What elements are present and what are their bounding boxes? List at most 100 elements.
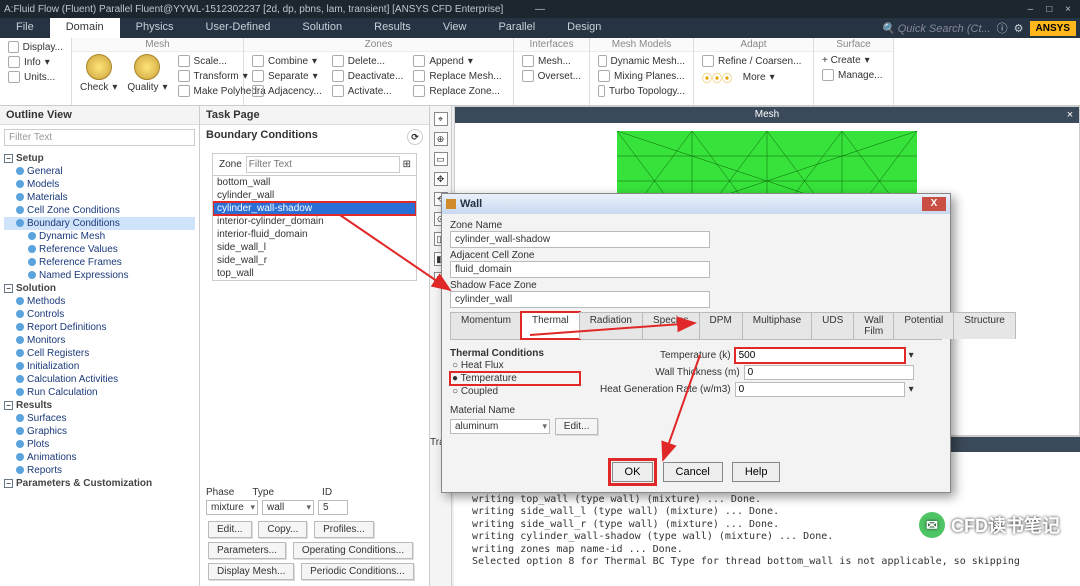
- tree-node[interactable]: Report Definitions: [4, 321, 195, 334]
- parameters-button[interactable]: Parameters...: [208, 542, 286, 559]
- tree-node[interactable]: Plots: [4, 438, 195, 451]
- tree-node[interactable]: Reference Frames: [4, 256, 195, 269]
- more-adapt-button[interactable]: ⦿⦿⦿ More ▾: [700, 69, 807, 86]
- tab-domain[interactable]: Domain: [50, 18, 120, 38]
- adjacency-button[interactable]: Adjacency...: [250, 84, 324, 98]
- tree-node[interactable]: Monitors: [4, 334, 195, 347]
- dialog-tab-radiation[interactable]: Radiation: [579, 312, 643, 339]
- create-surface-button[interactable]: + Create ▾: [820, 54, 887, 67]
- dialog-tab-species[interactable]: Species: [642, 312, 700, 339]
- thickness-input[interactable]: [744, 365, 914, 380]
- tab-physics[interactable]: Physics: [120, 18, 190, 38]
- pan-icon[interactable]: ✥: [434, 172, 448, 186]
- dialog-tab-uds[interactable]: UDS: [811, 312, 854, 339]
- tree-node[interactable]: Surfaces: [4, 412, 195, 425]
- quality-button[interactable]: Quality ▾: [125, 81, 169, 94]
- tree-node[interactable]: Dynamic Mesh: [4, 230, 195, 243]
- combine-button[interactable]: Combine ▾: [250, 54, 324, 68]
- maximize-button[interactable]: □: [1041, 4, 1057, 15]
- heatgen-dd[interactable]: ▾: [909, 384, 914, 395]
- tab-file[interactable]: File: [0, 18, 50, 38]
- tree-node[interactable]: Reference Values: [4, 243, 195, 256]
- cancel-button[interactable]: Cancel: [663, 462, 723, 482]
- settings-icon[interactable]: ⚙: [1014, 22, 1024, 35]
- zone-list[interactable]: bottom_wallcylinder_wallcylinder_wall-sh…: [213, 175, 416, 280]
- temperature-dd[interactable]: ▾: [909, 350, 914, 361]
- quick-search[interactable]: 🔍 Quick Search (Ct...: [881, 22, 991, 35]
- replace-mesh-button[interactable]: Replace Mesh...: [411, 69, 503, 83]
- zone-item[interactable]: side_wall_r: [213, 254, 416, 267]
- separate-button[interactable]: Separate ▾: [250, 69, 324, 83]
- manage-surface-button[interactable]: Manage...: [820, 68, 887, 82]
- heatgen-input[interactable]: [735, 382, 905, 397]
- close-button[interactable]: ×: [1060, 4, 1076, 15]
- tree-node[interactable]: −Setup: [4, 152, 195, 165]
- profiles-button[interactable]: Profiles...: [314, 521, 374, 538]
- info-button[interactable]: Info ▾: [6, 55, 65, 69]
- fit-icon[interactable]: ⌖: [434, 112, 448, 126]
- tree-node[interactable]: Models: [4, 178, 195, 191]
- tree-node[interactable]: Initialization: [4, 360, 195, 373]
- tree-node[interactable]: Animations: [4, 451, 195, 464]
- refresh-icon[interactable]: ⟳: [407, 129, 423, 145]
- tab-solution[interactable]: Solution: [286, 18, 358, 38]
- edit-button[interactable]: Edit...: [208, 521, 252, 538]
- ok-button[interactable]: OK: [612, 462, 654, 482]
- replace-zone-button[interactable]: Replace Zone...: [411, 84, 503, 98]
- zone-item[interactable]: bottom_wall: [213, 176, 416, 189]
- refine-button[interactable]: Refine / Coarsen...: [700, 54, 807, 68]
- outline-filter[interactable]: Filter Text: [4, 129, 195, 146]
- tree-node[interactable]: −Parameters & Customization: [4, 477, 195, 490]
- tree-node[interactable]: −Solution: [4, 282, 195, 295]
- activate-button[interactable]: Activate...: [330, 84, 406, 98]
- tree-node[interactable]: Controls: [4, 308, 195, 321]
- dialog-close-icon[interactable]: X: [922, 197, 946, 211]
- zone-filter-input[interactable]: [246, 156, 400, 173]
- opt-temperature[interactable]: ● Temperature: [450, 372, 580, 385]
- interfaces-overset-button[interactable]: Overset...: [520, 69, 583, 83]
- tree-node[interactable]: General: [4, 165, 195, 178]
- mesh-close-icon[interactable]: ×: [1063, 107, 1077, 123]
- tab-user-defined[interactable]: User-Defined: [190, 18, 287, 38]
- units-button[interactable]: Units...: [6, 70, 65, 84]
- check-button[interactable]: Check ▾: [78, 81, 119, 94]
- phase-dropdown[interactable]: mixture: [206, 500, 258, 515]
- opt-heat-flux[interactable]: ○ Heat Flux: [450, 359, 580, 372]
- dialog-tab-multiphase[interactable]: Multiphase: [742, 312, 812, 339]
- tree-node[interactable]: Cell Zone Conditions: [4, 204, 195, 217]
- tree-node[interactable]: Methods: [4, 295, 195, 308]
- zone-filter-icon[interactable]: ⊞: [400, 159, 414, 170]
- opt-coupled[interactable]: ○ Coupled: [450, 385, 580, 398]
- dialog-tab-potential[interactable]: Potential: [893, 312, 954, 339]
- tree-node[interactable]: Boundary Conditions: [4, 217, 195, 230]
- tree-node[interactable]: Graphics: [4, 425, 195, 438]
- tab-view[interactable]: View: [427, 18, 483, 38]
- material-dropdown[interactable]: aluminum: [450, 419, 550, 434]
- tab-design[interactable]: Design: [551, 18, 617, 38]
- temperature-input[interactable]: [735, 348, 905, 363]
- tree-node[interactable]: Calculation Activities: [4, 373, 195, 386]
- mixing-planes-button[interactable]: Mixing Planes...: [596, 69, 687, 83]
- dialog-tab-structure[interactable]: Structure: [953, 312, 1016, 339]
- deactivate-button[interactable]: Deactivate...: [330, 69, 406, 83]
- select-icon[interactable]: ▭: [434, 152, 448, 166]
- help-icon[interactable]: ⓘ: [997, 20, 1008, 36]
- tree-node[interactable]: Reports: [4, 464, 195, 477]
- tree-node[interactable]: −Results: [4, 399, 195, 412]
- tree-node[interactable]: Materials: [4, 191, 195, 204]
- zone-item[interactable]: top_wall: [213, 267, 416, 280]
- zoom-icon[interactable]: ⊕: [434, 132, 448, 146]
- tree-node[interactable]: Run Calculation: [4, 386, 195, 399]
- dialog-titlebar[interactable]: Wall X: [442, 194, 950, 214]
- copy-button[interactable]: Copy...: [258, 521, 307, 538]
- dialog-tab-dpm[interactable]: DPM: [699, 312, 743, 339]
- type-dropdown[interactable]: wall: [262, 500, 314, 515]
- tree-node[interactable]: Named Expressions: [4, 269, 195, 282]
- zone-item[interactable]: cylinder_wall-shadow: [213, 202, 416, 215]
- zone-item[interactable]: interior-cylinder_domain: [213, 215, 416, 228]
- tab-results[interactable]: Results: [358, 18, 427, 38]
- periodic-conditions-button[interactable]: Periodic Conditions...: [301, 563, 414, 580]
- material-edit-button[interactable]: Edit...: [555, 418, 599, 435]
- dialog-tab-momentum[interactable]: Momentum: [450, 312, 522, 339]
- tab-parallel[interactable]: Parallel: [482, 18, 551, 38]
